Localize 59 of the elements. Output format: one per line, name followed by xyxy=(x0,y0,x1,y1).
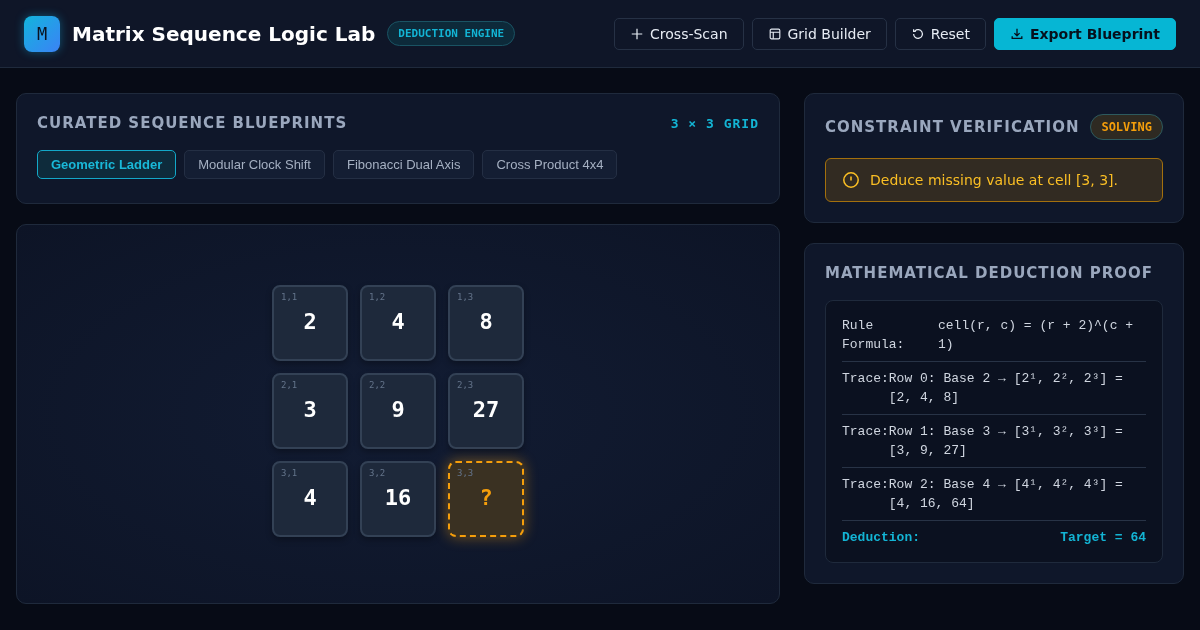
cell-value: 2 xyxy=(303,308,317,334)
cell-value: 27 xyxy=(472,396,500,422)
cell-coordinate: 2,1 xyxy=(281,380,298,390)
cell-value: 9 xyxy=(391,396,405,422)
cell-value: 4 xyxy=(391,308,405,334)
proof-label: Trace: xyxy=(842,476,889,494)
matrix-cell[interactable]: 1,3 8 xyxy=(448,285,524,361)
proof-label: Rule Formula: xyxy=(842,317,906,354)
reset-button[interactable]: Reset xyxy=(894,17,986,50)
card-title: MATHEMATICAL DEDUCTION PROOF xyxy=(825,264,1154,282)
proof-label: Trace: xyxy=(842,423,889,441)
grid-button[interactable]: Grid Builder xyxy=(751,17,887,50)
cell-value: 16 xyxy=(384,484,412,510)
proof-text: Target = 64 xyxy=(1060,529,1146,547)
matrix-cell[interactable]: 2,1 3 xyxy=(272,373,348,449)
proof-text: Row 1: Base 3 → [3¹, 3², 3³] = [3, 9, 27] xyxy=(888,423,1124,460)
proof-text: Row 2: Base 4 → [4¹, 4², 4³] = [4, 16, 64] xyxy=(888,476,1124,513)
alert-message: Deduce missing value at cell [3, 3]. xyxy=(870,172,1118,188)
matrix-cell[interactable]: 1,2 4 xyxy=(360,285,436,361)
status-badge: SOLVING xyxy=(1090,114,1163,140)
cell-coordinate: 3,1 xyxy=(281,468,298,478)
cell-coordinate: 2,2 xyxy=(369,380,386,390)
info-icon xyxy=(842,171,860,189)
layout-icon xyxy=(767,26,782,41)
app-title: Matrix Sequence Logic Lab xyxy=(72,21,376,46)
grid-size-label: 3 × 3 GRID xyxy=(670,115,759,131)
cell-value: 8 xyxy=(479,308,493,334)
scan-button[interactable]: Cross-Scan xyxy=(614,17,744,50)
logo-icon: M xyxy=(24,15,60,52)
plus-icon xyxy=(630,26,645,41)
engine-badge: DEDUCTION ENGINE xyxy=(387,21,516,46)
proof-label: Deduction: xyxy=(842,529,920,547)
preset-chip[interactable]: Geometric Ladder xyxy=(37,150,177,179)
cell-coordinate: 1,3 xyxy=(457,292,474,302)
cell-value: ? xyxy=(479,484,493,510)
proof-text: cell(r, c) = (r + 2)^(c + 1) xyxy=(938,317,1135,354)
download-icon xyxy=(1009,26,1024,41)
matrix-cell[interactable]: 3,2 16 xyxy=(360,461,436,537)
card-title: CURATED SEQUENCE BLUEPRINTS xyxy=(37,114,348,132)
cell-value: 3 xyxy=(303,396,317,422)
cell-coordinate: 3,3 xyxy=(457,468,474,478)
preset-chip[interactable]: Cross Product 4x4 xyxy=(482,150,618,179)
cell-coordinate: 3,2 xyxy=(369,468,386,478)
proof-label: Trace: xyxy=(842,370,889,388)
preset-chip[interactable]: Modular Clock Shift xyxy=(184,150,325,179)
cell-coordinate: 1,2 xyxy=(369,292,386,302)
preset-chip[interactable]: Fibonacci Dual Axis xyxy=(333,150,475,179)
matrix-cell[interactable]: 3,3 ? xyxy=(448,461,524,537)
card-title: CONSTRAINT VERIFICATION xyxy=(825,118,1080,136)
matrix-cell[interactable]: 1,1 2 xyxy=(272,285,348,361)
matrix-cell[interactable]: 2,2 9 xyxy=(360,373,436,449)
matrix-cell[interactable]: 2,3 27 xyxy=(448,373,524,449)
matrix-cell[interactable]: 3,1 4 xyxy=(272,461,348,537)
export-button[interactable]: Export Blueprint xyxy=(993,17,1176,50)
cell-coordinate: 2,3 xyxy=(457,380,474,390)
cell-value: 4 xyxy=(303,484,317,510)
reset-icon xyxy=(910,26,925,41)
proof-text: Row 0: Base 2 → [2¹, 2², 2³] = [2, 4, 8] xyxy=(888,370,1124,407)
cell-coordinate: 1,1 xyxy=(281,292,298,302)
